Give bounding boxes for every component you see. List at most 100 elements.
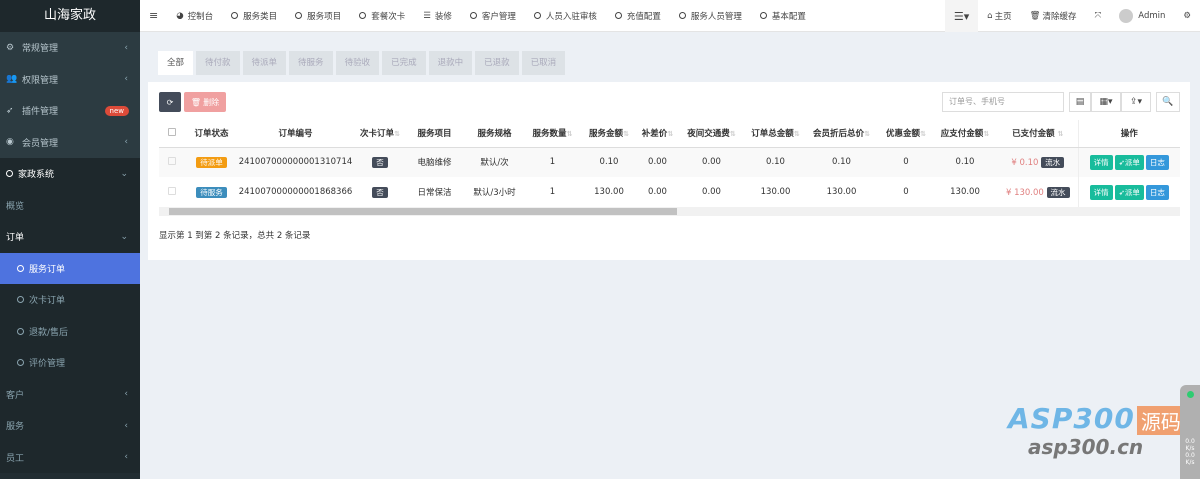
dispatch-button[interactable]: ➶派单	[1114, 154, 1144, 170]
nav-dashboard[interactable]: ◕ 控制台	[167, 10, 222, 22]
settings-cogs-icon[interactable]: ⚙	[1174, 11, 1200, 21]
nav-decoration[interactable]: ☰ 装修	[414, 10, 461, 22]
sidebar-item-card-orders[interactable]: 次卡订单	[0, 284, 140, 316]
sort-icon: ⇅	[729, 130, 736, 139]
card-order-cell: 否	[353, 147, 407, 177]
clear-cache-label: 清除缓存	[1042, 12, 1077, 22]
nav-service-items[interactable]: 服务项目	[286, 10, 350, 22]
col-discount[interactable]: 优惠金额⇅	[880, 120, 932, 148]
price-diff: 0.00	[648, 187, 667, 197]
col-night[interactable]: 夜间交通费⇅	[675, 120, 748, 148]
col-qty[interactable]: 服务数量⇅	[527, 120, 578, 148]
chevron-down-icon: ⌄	[120, 168, 128, 179]
card-order-badge: 否	[372, 186, 388, 198]
sidebar-item-housekeeping[interactable]: 家政系统 ⌄	[0, 158, 140, 190]
export-button[interactable]: ⇪▾	[1121, 92, 1151, 112]
sidebar-item-plugins[interactable]: ➶ 插件管理 new	[0, 95, 140, 127]
nav-recharge[interactable]: 充值配置	[606, 10, 670, 22]
row-checkbox[interactable]	[159, 147, 185, 177]
clear-cache-link[interactable]: 🗑 清除缓存	[1021, 10, 1086, 22]
toggle-view-button[interactable]: ▤	[1069, 92, 1091, 112]
col-diff[interactable]: 补差价⇅	[640, 120, 675, 148]
col-member[interactable]: 会员折后总价⇅	[803, 120, 880, 148]
tab-unpaid[interactable]: 待付款	[196, 51, 240, 75]
user-circle-icon: ◉	[6, 137, 14, 148]
actions-cell: 详情 ➶派单 日志	[1077, 177, 1180, 207]
log-button[interactable]: 日志	[1145, 184, 1169, 200]
fullscreen-icon[interactable]: ⤧	[1085, 11, 1110, 21]
col-payable[interactable]: 应支付金额⇅	[932, 120, 998, 148]
select-all-checkbox[interactable]	[159, 120, 185, 148]
user-menu[interactable]: Admin	[1110, 9, 1174, 23]
horizontal-scrollbar[interactable]	[159, 207, 1180, 216]
nav-label: 装修	[434, 11, 452, 22]
scrollbar-thumb[interactable]	[169, 208, 677, 215]
sidebar-item-members[interactable]: ◉ 会员管理 ‹	[0, 126, 140, 158]
refresh-button[interactable]: ⟳	[159, 92, 181, 112]
detail-button[interactable]: 详情	[1089, 184, 1113, 200]
flow-button[interactable]: 流水	[1041, 156, 1065, 168]
sidebar-item-reviews[interactable]: 评价管理	[0, 347, 140, 379]
tab-completed[interactable]: 已完成	[382, 51, 426, 75]
sidebar-item-orders[interactable]: 订单 ⌄	[0, 221, 140, 253]
sidebar-label: 权限管理	[22, 75, 59, 86]
tab-refunded[interactable]: 已退款	[475, 51, 519, 75]
menu-toggle-icon[interactable]: ≡	[140, 9, 167, 22]
table-header: 订单状态 订单编号 次卡订单⇅ 服务项目 服务规格 服务数量⇅ 服务金额⇅ 补差…	[159, 120, 1180, 148]
paid-amount: ¥ 0.10	[1011, 157, 1039, 168]
col-paid[interactable]: 已支付金额 ⇅	[998, 120, 1078, 148]
detail-button[interactable]: 详情	[1089, 154, 1113, 170]
col-card-order[interactable]: 次卡订单⇅	[353, 120, 407, 148]
tab-all[interactable]: 全部	[158, 51, 194, 75]
nav-staff-review[interactable]: 人员入驻审核	[525, 10, 606, 22]
home-link[interactable]: ⌂ 主页	[978, 10, 1020, 22]
sidebar-item-customers[interactable]: 客户 ‹	[0, 378, 140, 410]
col-label: 已支付金额	[1012, 129, 1055, 140]
order-no: 241007000000001868366	[238, 187, 353, 197]
col-amount[interactable]: 服务金额⇅	[578, 120, 640, 148]
sidebar-item-refunds[interactable]: 退款/售后	[0, 315, 140, 347]
status-cell: 待服务	[185, 177, 238, 207]
search-button[interactable]: 🔍	[1156, 92, 1180, 112]
tab-refunding[interactable]: 退款中	[428, 51, 473, 75]
sidebar-item-services[interactable]: 服务 ‹	[0, 410, 140, 442]
table-row[interactable]: 待服务 241007000000001868366 否 日常保洁 默认/3小时 1 1…	[159, 177, 1180, 207]
rocket-icon: ➶	[6, 105, 14, 116]
users-icon: 👥	[6, 74, 18, 85]
nav-package-cards[interactable]: 套餐次卡	[350, 10, 414, 22]
dispatch-button[interactable]: ➶派单	[1114, 184, 1144, 200]
columns-button[interactable]: ▦▾	[1091, 92, 1121, 112]
row-checkbox[interactable]	[159, 177, 185, 207]
col-status: 订单状态	[185, 120, 238, 148]
search-input[interactable]: 订单号、手机号	[942, 92, 1064, 112]
col-total[interactable]: 订单总金额⇅	[748, 120, 803, 148]
log-button[interactable]: 日志	[1145, 154, 1169, 170]
flow-button[interactable]: 流水	[1046, 186, 1070, 198]
sidebar-item-staff[interactable]: 员工 ‹	[0, 441, 140, 473]
service-item: 电脑维修	[417, 158, 452, 169]
nav-staff-mgmt[interactable]: 服务人员管理	[670, 10, 751, 22]
member-price: 130.00	[826, 187, 857, 197]
sidebar-item-permissions[interactable]: 👥 权限管理 ‹	[0, 63, 140, 95]
col-label: 次卡订单	[360, 129, 395, 140]
sidebar-item-general[interactable]: ⚙ 常规管理 ‹	[0, 32, 140, 64]
sidebar-label: 家政系统	[18, 170, 55, 181]
chevron-left-icon: ‹	[124, 389, 128, 400]
sidebar-label: 评价管理	[29, 359, 66, 370]
circle-icon	[533, 12, 541, 19]
nav-customers[interactable]: 客户管理	[461, 10, 525, 22]
table-row[interactable]: 待派单 241007000000001310714 否 电脑维修 默认/次 1 0.1…	[159, 147, 1180, 177]
service-amount: 130.00	[594, 187, 624, 197]
sort-icon: ⇅	[983, 130, 990, 139]
sidebar-item-overview[interactable]: 概览	[0, 189, 140, 221]
nav-service-category[interactable]: 服务类目	[222, 10, 286, 22]
tab-to-serve[interactable]: 待服务	[289, 51, 333, 75]
tab-to-accept[interactable]: 待验收	[335, 51, 380, 75]
nav-basic-config[interactable]: 基本配置	[751, 10, 815, 22]
delete-button[interactable]: 🗑 删除	[184, 92, 226, 112]
tab-to-dispatch[interactable]: 待派单	[242, 51, 287, 75]
sidebar-item-service-orders[interactable]: 服务订单	[0, 252, 140, 284]
tab-cancelled[interactable]: 已取消	[521, 51, 566, 75]
more-menu-button[interactable]: ☰▾	[944, 0, 979, 32]
nav-label: 控制台	[187, 11, 214, 22]
